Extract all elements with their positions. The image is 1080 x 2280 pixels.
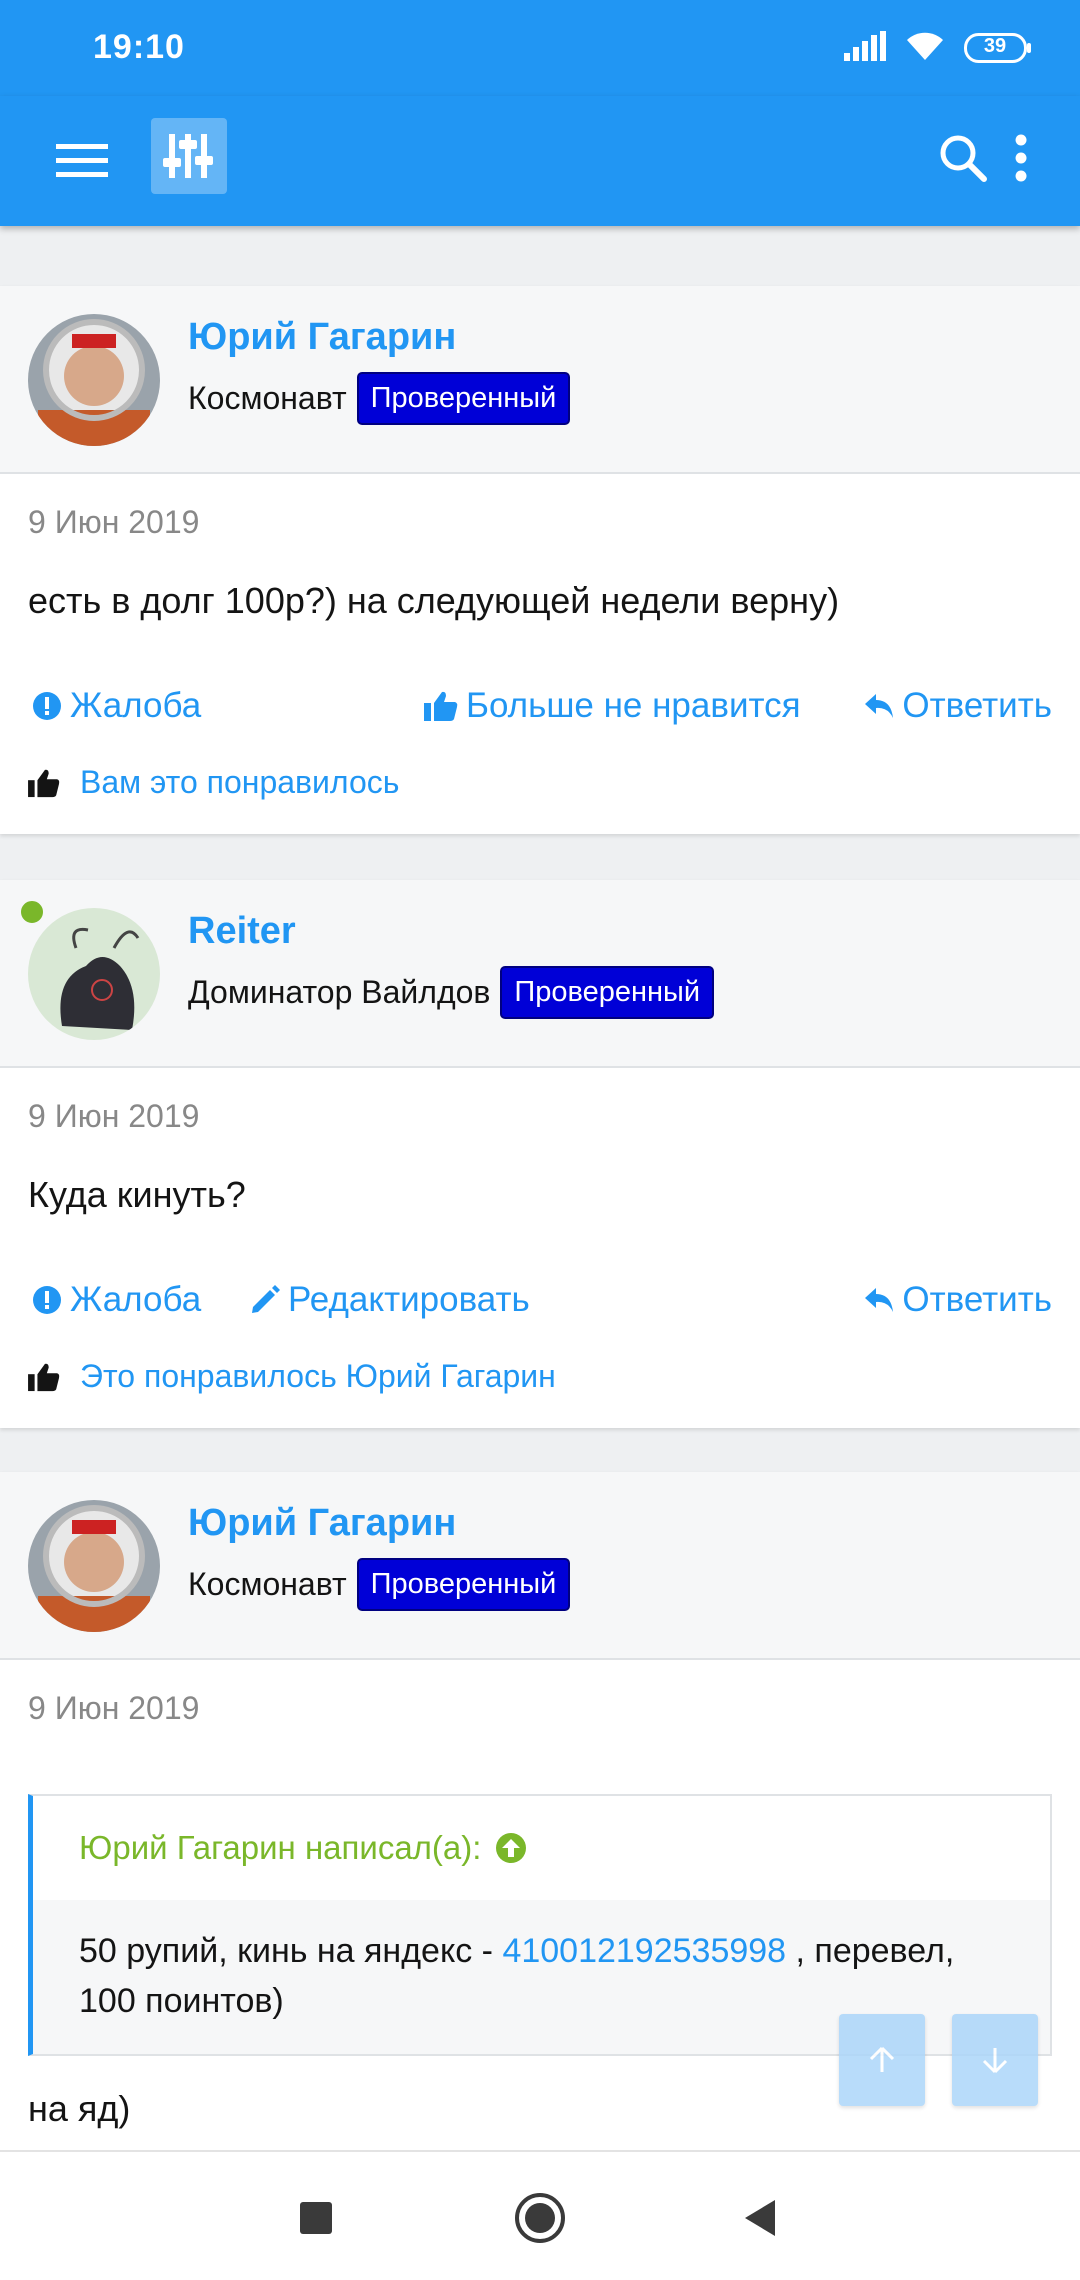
likes-text: Вам это понравилось (80, 764, 400, 800)
edit-label: Редактировать (288, 1280, 530, 1319)
avatar[interactable] (28, 1500, 160, 1632)
report-label: Жалоба (70, 1280, 202, 1319)
post-date[interactable]: 9 Июн 2019 (28, 504, 199, 541)
post-actions: Жалоба Редактировать Ответить (28, 1280, 1052, 1328)
unlike-label: Больше не нравится (466, 686, 801, 725)
avatar[interactable] (28, 908, 160, 1040)
quote-text: 50 рупий, кинь на яндекс - (79, 1932, 503, 1970)
post-date[interactable]: 9 Июн 2019 (28, 1690, 199, 1727)
post-body: есть в долг 100р?) на следующей недели в… (28, 580, 840, 621)
system-nav-bar (0, 2150, 1080, 2280)
post-card: Юрий Гагарин Космонавт Проверенный 9 Июн… (0, 286, 1080, 834)
unlike-button[interactable]: Больше не нравится (424, 686, 801, 726)
reply-label: Ответить (902, 686, 1052, 725)
user-title-text: Доминатор Вайлдов (188, 974, 491, 1010)
post-actions: Жалоба Больше не нравится Ответить (28, 686, 1052, 734)
avatar[interactable] (28, 314, 160, 446)
author-name[interactable]: Юрий Гагарин (188, 1502, 456, 1545)
verified-badge: Проверенный (356, 1558, 571, 1611)
post-header: Юрий Гагарин Космонавт Проверенный (0, 1472, 1080, 1660)
thumbs-up-icon (424, 691, 458, 721)
home-button[interactable] (502, 2180, 578, 2256)
status-bar: 19:10 39 (0, 0, 1080, 96)
user-title-text: Космонавт (188, 380, 347, 416)
post-body: на яд) (28, 2088, 131, 2129)
post-header: Reiter Доминатор Вайлдов Проверенный (0, 880, 1080, 1068)
thumbs-up-icon (28, 1363, 60, 1391)
search-icon[interactable] (934, 126, 992, 190)
author-name[interactable]: Reiter (188, 910, 296, 953)
alert-icon (33, 1286, 61, 1314)
user-title: Космонавт Проверенный (188, 1558, 571, 1611)
circle-icon (515, 2193, 565, 2243)
report-button[interactable]: Жалоба (32, 1280, 201, 1320)
likes-text: Это понравилось Юрий Гагарин (80, 1358, 556, 1394)
reply-icon (865, 1288, 894, 1312)
reply-button[interactable]: Ответить (864, 686, 1052, 726)
hamburger-icon[interactable] (50, 134, 114, 188)
report-label: Жалоба (70, 686, 202, 725)
status-time: 19:10 (93, 28, 185, 66)
scroll-up-button[interactable] (839, 2014, 925, 2106)
verified-badge: Проверенный (356, 372, 571, 425)
battery-level: 39 (983, 35, 1007, 57)
square-icon (300, 2202, 332, 2234)
quote-author: Юрий Гагарин написал(а): (79, 1829, 482, 1866)
back-button[interactable] (722, 2180, 798, 2256)
recents-button[interactable] (278, 2180, 354, 2256)
sliders-logo-icon[interactable] (151, 118, 227, 194)
wallet-link[interactable]: 410012192535998 (502, 1932, 786, 1970)
user-title-text: Космонавт (188, 1566, 347, 1602)
arrow-up-icon (869, 2046, 895, 2072)
post-body: Куда кинуть? (28, 1174, 246, 1215)
pencil-icon (252, 1285, 280, 1313)
arrow-up-circle-icon[interactable] (495, 1832, 527, 1864)
battery-icon: 39 (964, 33, 1032, 63)
user-title: Космонавт Проверенный (188, 372, 571, 425)
verified-badge: Проверенный (500, 966, 715, 1019)
triangle-back-icon (745, 2200, 775, 2236)
alert-icon (33, 692, 61, 720)
signal-icon (844, 30, 886, 66)
app-bar (0, 96, 1080, 226)
reply-icon (865, 694, 894, 718)
wifi-icon (904, 30, 946, 67)
author-name[interactable]: Юрий Гагарин (188, 316, 456, 359)
reply-label: Ответить (902, 1280, 1052, 1319)
quote-header[interactable]: Юрий Гагарин написал(а): (33, 1796, 1050, 1900)
user-title: Доминатор Вайлдов Проверенный (188, 966, 715, 1019)
report-button[interactable]: Жалоба (32, 686, 201, 726)
arrow-down-icon (982, 2048, 1008, 2074)
status-icons: 39 (844, 26, 1032, 70)
online-status-dot (18, 898, 46, 926)
quote-text-after: , перевел, (786, 1932, 955, 1970)
scroll-down-button[interactable] (952, 2014, 1038, 2106)
edit-button[interactable]: Редактировать (250, 1280, 530, 1320)
post-header: Юрий Гагарин Космонавт Проверенный (0, 286, 1080, 474)
reply-button[interactable]: Ответить (864, 1280, 1052, 1320)
more-vertical-icon[interactable] (1005, 126, 1037, 190)
likes-summary[interactable]: Вам это понравилось (28, 764, 399, 801)
likes-summary[interactable]: Это понравилось Юрий Гагарин (28, 1358, 556, 1395)
post-date[interactable]: 9 Июн 2019 (28, 1098, 199, 1135)
post-card: Reiter Доминатор Вайлдов Проверенный 9 И… (0, 880, 1080, 1428)
thumbs-up-icon (28, 769, 60, 797)
